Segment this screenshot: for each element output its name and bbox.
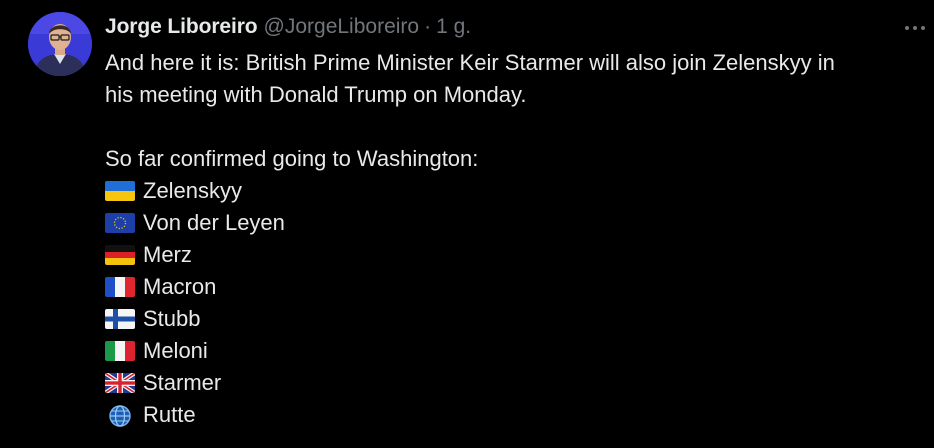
tweet-text: And here it is: British Prime Minister K…: [105, 47, 925, 431]
list-item: Merz: [105, 239, 925, 271]
attendee-name: Starmer: [143, 370, 222, 395]
avatar[interactable]: [28, 12, 92, 76]
italy-flag-icon: [105, 341, 135, 361]
attendee-name: Von der Leyen: [143, 210, 285, 235]
header-separator: ·: [424, 15, 432, 38]
list-item: Starmer: [105, 367, 925, 399]
list-item: Stubb: [105, 303, 925, 335]
germany-flag-icon: [105, 245, 135, 265]
list-item: Rutte: [105, 399, 925, 431]
attendee-name: Zelenskyy: [143, 178, 243, 203]
france-flag-icon: [105, 277, 135, 297]
list-intro: So far confirmed going to Washington:: [105, 146, 479, 171]
finland-flag-icon: [105, 309, 135, 329]
list-item: Zelenskyy: [105, 175, 925, 207]
author-handle[interactable]: @JorgeLiboreiro: [264, 12, 420, 42]
attendee-name: Meloni: [143, 338, 208, 363]
more-horizontal-icon: [905, 26, 925, 30]
list-item: Meloni: [105, 335, 925, 367]
list-item: Von der Leyen: [105, 207, 925, 239]
attendee-name: Stubb: [143, 306, 201, 331]
tweet-text-line-2: his meeting with Donald Trump on Monday.: [105, 82, 527, 107]
eu-flag-icon: [105, 213, 135, 233]
tweet-header: Jorge Liboreiro @JorgeLiboreiro · 1 g.: [105, 12, 471, 42]
attendee-name: Rutte: [143, 402, 196, 427]
list-item: Macron: [105, 271, 925, 303]
attendee-name: Merz: [143, 242, 192, 267]
author-name[interactable]: Jorge Liboreiro: [105, 12, 258, 42]
ukraine-flag-icon: [105, 181, 135, 201]
tweet-text-line-1: And here it is: British Prime Minister K…: [105, 50, 835, 75]
attendee-name: Macron: [143, 274, 217, 299]
more-options-button[interactable]: [900, 16, 930, 40]
globe-icon: [105, 405, 135, 427]
tweet-timestamp[interactable]: 1 g.: [436, 12, 471, 42]
tweet[interactable]: Jorge Liboreiro @JorgeLiboreiro · 1 g. A…: [0, 0, 934, 448]
uk-flag-icon: [105, 373, 135, 393]
